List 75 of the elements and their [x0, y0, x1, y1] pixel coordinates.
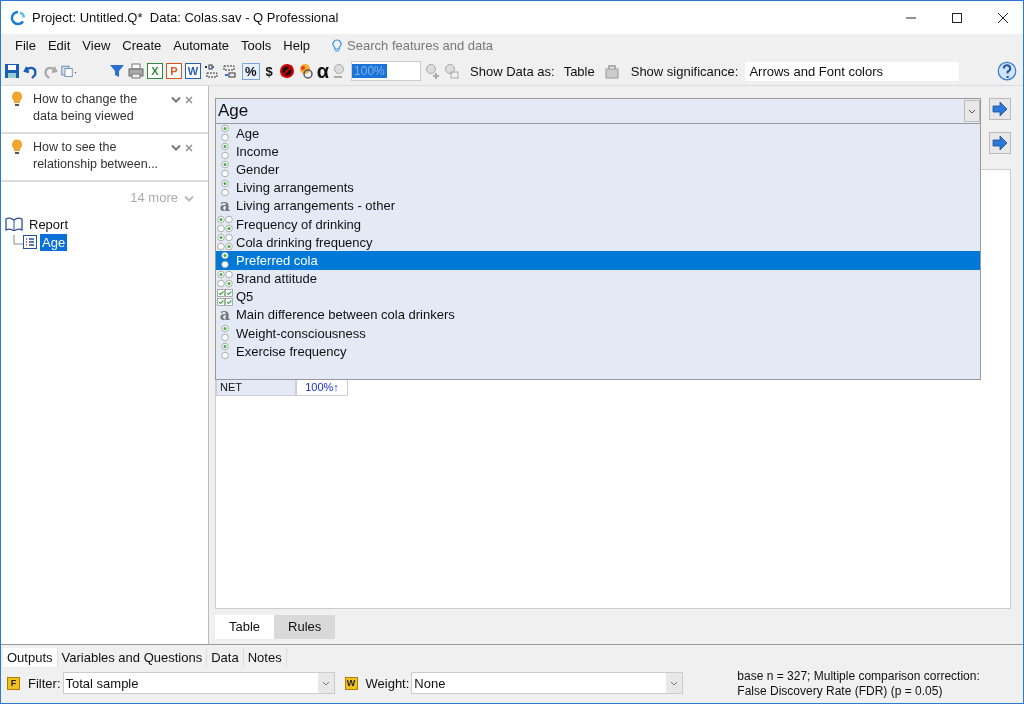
- toolbar-toggle[interactable]: $: [262, 62, 276, 80]
- tip-text: How to see the relationship between...: [33, 139, 160, 173]
- dropdown-item[interactable]: Exercise frequency: [216, 342, 980, 361]
- show-data-label: Show Data as:: [470, 63, 555, 79]
- view-tab[interactable]: Table: [215, 615, 275, 639]
- show-data-dropdown[interactable]: Table: [557, 63, 601, 79]
- view-tab[interactable]: Rules: [274, 615, 336, 639]
- dropdown-item[interactable]: a Living arrangements - other: [216, 196, 980, 215]
- menu-item[interactable]: Tools: [235, 38, 278, 53]
- dropdown-item[interactable]: Brand attitude: [216, 269, 980, 288]
- question-combo[interactable]: Age: [215, 98, 981, 124]
- maximize-icon[interactable]: [951, 11, 963, 24]
- panel-tab[interactable]: Outputs: [3, 648, 58, 667]
- dropdown-item[interactable]: Frequency of drinking: [216, 214, 980, 234]
- copy-icon[interactable]: [61, 63, 77, 79]
- menu-item[interactable]: View: [76, 38, 117, 53]
- tip-card[interactable]: How to see the relationship between...: [1, 134, 208, 182]
- dropdown-item[interactable]: Q5: [216, 287, 980, 306]
- menu-item[interactable]: Create: [116, 38, 168, 53]
- search-field[interactable]: Search features and data: [332, 38, 548, 53]
- text-type-icon: a: [219, 197, 231, 214]
- status-text: False Discovery Rate (FDR) (p = 0.05): [737, 684, 944, 699]
- weight-label: Weight:: [365, 675, 410, 691]
- palette-icon[interactable]: [297, 63, 314, 79]
- menu-item[interactable]: Automate: [167, 38, 235, 53]
- chevron-down-icon[interactable]: [171, 96, 181, 104]
- dropdown-item[interactable]: a Main difference between cola drinkers: [216, 305, 980, 325]
- filter-badge: F: [7, 676, 20, 690]
- close-icon[interactable]: [997, 11, 1009, 24]
- arrow-right-button[interactable]: [989, 98, 1011, 120]
- help-icon[interactable]: [997, 61, 1017, 81]
- table-cell: 100%↑: [296, 378, 348, 396]
- single-choice-icon: [221, 251, 229, 270]
- status-text: base n = 327; Multiple comparison correction:: [737, 669, 980, 684]
- toolbar-toggle[interactable]: %: [242, 62, 260, 80]
- menu-item[interactable]: File: [9, 38, 42, 53]
- dropdown-item[interactable]: Age: [216, 124, 980, 143]
- significance-dropdown[interactable]: Arrows and Font colors: [745, 61, 960, 81]
- filter-dropdown[interactable]: Total sample: [62, 672, 335, 694]
- printer-icon[interactable]: [128, 63, 144, 79]
- significance-label: Show significance:: [630, 63, 739, 79]
- filter-icon[interactable]: [109, 63, 125, 79]
- export-button[interactable]: X: [147, 63, 163, 79]
- dropdown-item[interactable]: Living arrangements: [216, 178, 980, 197]
- weight-badge: W: [344, 676, 358, 690]
- export-button[interactable]: P: [166, 63, 182, 79]
- decimal-increase-icon[interactable]: [204, 63, 220, 79]
- lightbulb-icon: [11, 91, 23, 107]
- filter-label: Filter:: [28, 675, 61, 691]
- app-logo-icon: [10, 9, 26, 26]
- text-type-icon: a: [219, 306, 231, 323]
- menu-item[interactable]: Edit: [41, 38, 77, 53]
- tree-item[interactable]: Report: [27, 215, 71, 233]
- lightbulb-icon: [11, 139, 23, 155]
- menu-item[interactable]: Help: [277, 38, 317, 53]
- tip-text: How to change the data being viewed: [33, 91, 139, 125]
- tree-item[interactable]: Age: [40, 233, 68, 251]
- table-icon: [23, 235, 37, 249]
- dropdown-item[interactable]: Preferred cola: [216, 251, 980, 270]
- dropdown-item[interactable]: Income: [216, 142, 980, 161]
- no-sign-icon[interactable]: [278, 63, 295, 79]
- dropdown-item[interactable]: Gender: [216, 160, 980, 179]
- alpha-button[interactable]: α: [316, 61, 330, 81]
- save-icon[interactable]: [4, 63, 20, 79]
- window-title: Project: Untitled.Q* Data: Colas.sav - Q Professional: [32, 10, 339, 25]
- decimal-decrease-icon[interactable]: [223, 63, 239, 79]
- weight-dropdown[interactable]: None: [411, 672, 684, 694]
- book-icon: [5, 217, 23, 231]
- export-button[interactable]: W: [185, 63, 201, 79]
- lightbulb-icon: [332, 38, 343, 53]
- chevron-down-icon[interactable]: [171, 144, 181, 152]
- dropdown-item[interactable]: Weight-consciousness: [216, 324, 980, 343]
- dropdown-item[interactable]: Cola drinking frequency: [216, 233, 980, 252]
- arrow-right-button[interactable]: [989, 132, 1011, 154]
- tip-card[interactable]: How to change the data being viewed: [1, 86, 208, 134]
